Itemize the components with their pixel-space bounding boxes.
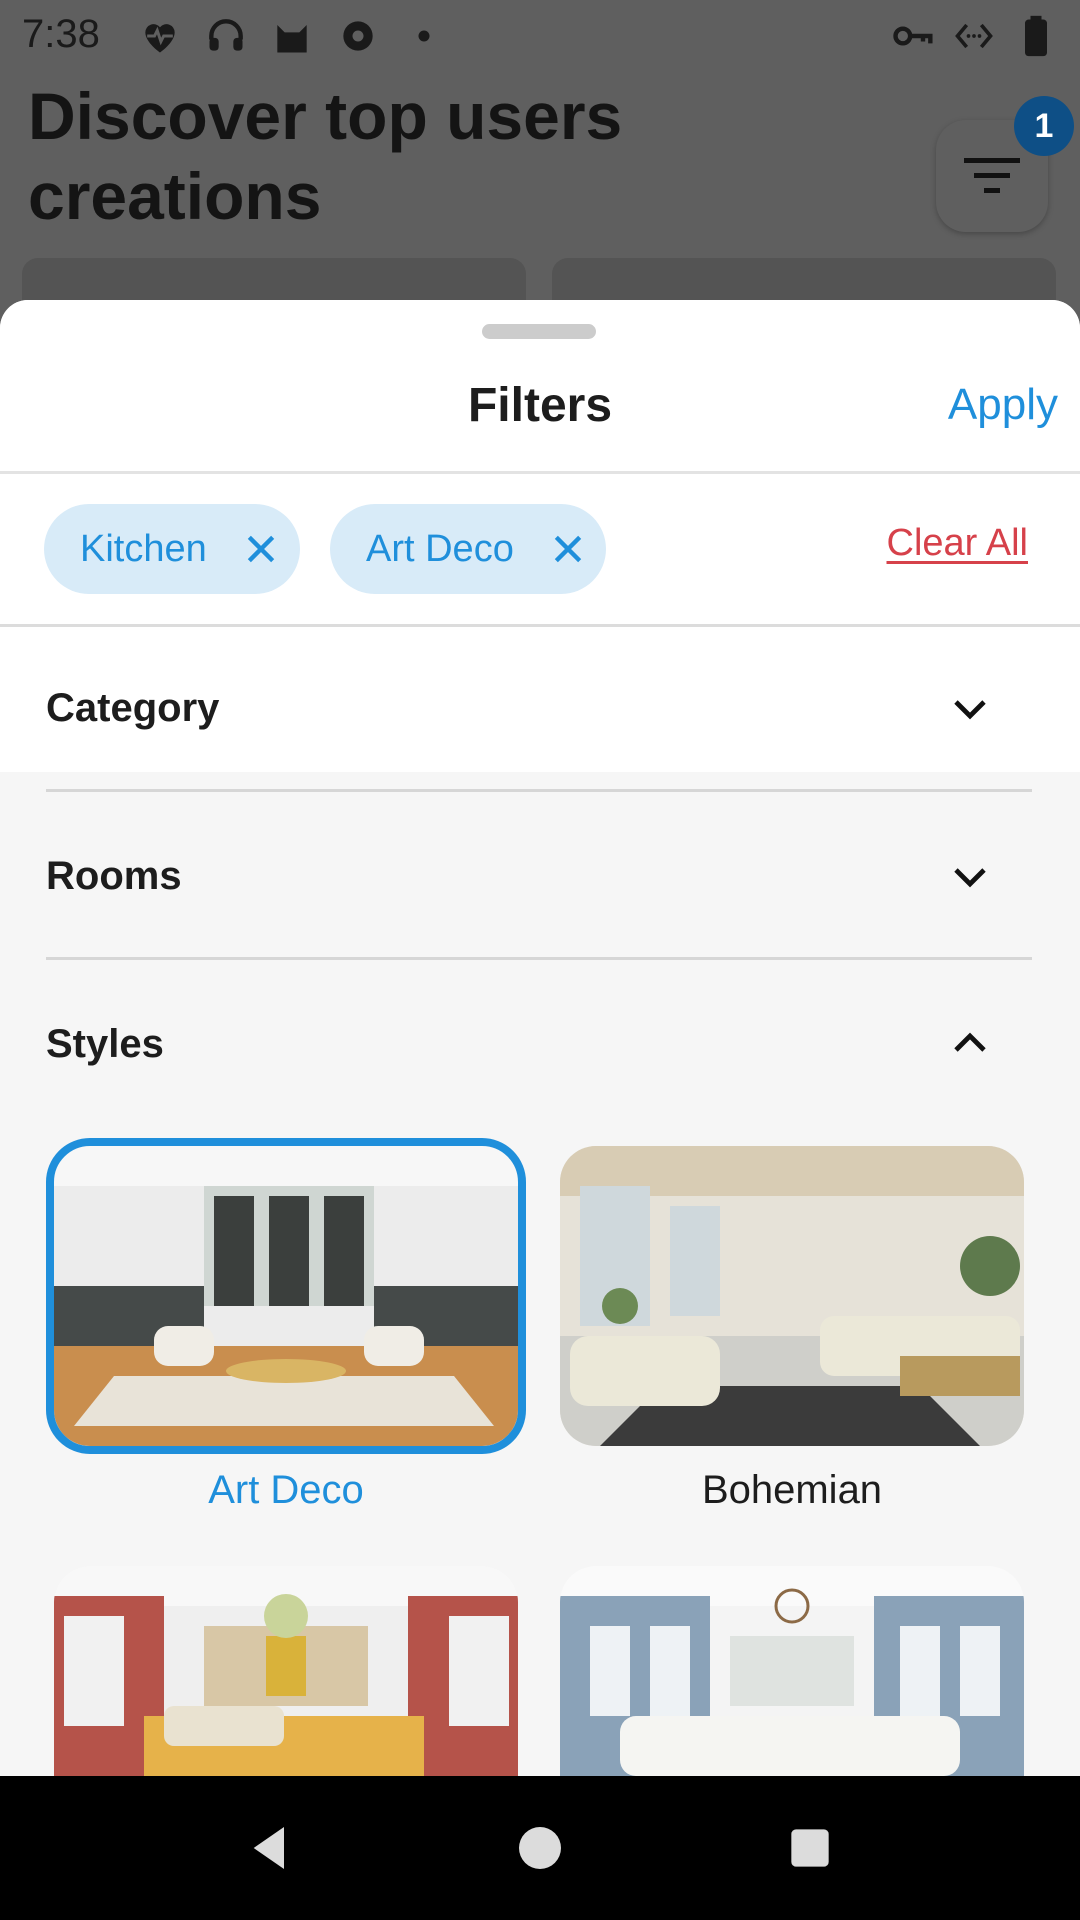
chevron-down-icon: [954, 700, 986, 720]
apply-button[interactable]: Apply: [948, 380, 1058, 430]
art-deco-room-image: [54, 1146, 518, 1446]
drag-handle[interactable]: [482, 324, 596, 339]
filter-icon: [964, 158, 1020, 193]
status-icons-left: [138, 14, 446, 58]
close-icon[interactable]: [548, 529, 588, 569]
style-label: Bohemian: [701, 1468, 883, 1512]
coastal-room-image: [560, 1566, 1024, 1776]
filter-chip-art-deco[interactable]: Art Deco: [330, 504, 606, 594]
section-category[interactable]: Category: [46, 624, 1032, 792]
status-bar: 7:38: [0, 0, 1080, 72]
style-tile[interactable]: [54, 1566, 518, 1776]
close-icon[interactable]: [241, 529, 281, 569]
sheet-title: Filters: [467, 379, 613, 432]
filter-chip-kitchen[interactable]: Kitchen: [44, 504, 300, 594]
page-title: Discover top users creations: [28, 79, 623, 233]
cat-icon: [277, 25, 307, 53]
battery-icon: [1025, 15, 1047, 57]
recent-apps-icon[interactable]: [782, 1820, 838, 1876]
section-label: Styles: [46, 1022, 164, 1066]
system-nav-bar: [0, 1776, 1080, 1920]
chip-label: Kitchen: [80, 527, 207, 570]
style-label: Art Deco: [208, 1468, 364, 1512]
style-tile-bohemian[interactable]: [560, 1146, 1024, 1446]
data-arrows-icon: [955, 23, 993, 49]
clear-all-link[interactable]: Clear All: [887, 522, 1029, 565]
status-icons-right: [890, 14, 1058, 58]
filter-count-badge: 1: [1014, 96, 1074, 156]
back-icon[interactable]: [242, 1820, 298, 1876]
status-time: 7:38: [22, 12, 100, 56]
section-styles[interactable]: Styles: [46, 960, 1032, 1128]
divider: [0, 471, 1080, 474]
section-label: Rooms: [46, 854, 182, 898]
chevron-up-icon: [954, 1032, 986, 1052]
eclectic-room-image: [54, 1566, 518, 1776]
section-rooms[interactable]: Rooms: [46, 792, 1032, 960]
headphones-icon: [209, 19, 243, 51]
chevron-down-icon: [954, 868, 986, 888]
heart-monitor-icon: [145, 24, 175, 53]
bohemian-room-image: [560, 1146, 1024, 1446]
chip-label: Art Deco: [366, 527, 514, 570]
dot-icon: [418, 30, 430, 42]
style-tile[interactable]: [560, 1566, 1024, 1776]
section-label: Category: [46, 686, 220, 730]
vpn-key-icon: [893, 26, 933, 46]
settings-gear-icon: [343, 21, 373, 51]
style-tile-art-deco[interactable]: [46, 1138, 526, 1454]
home-icon[interactable]: [512, 1820, 568, 1876]
